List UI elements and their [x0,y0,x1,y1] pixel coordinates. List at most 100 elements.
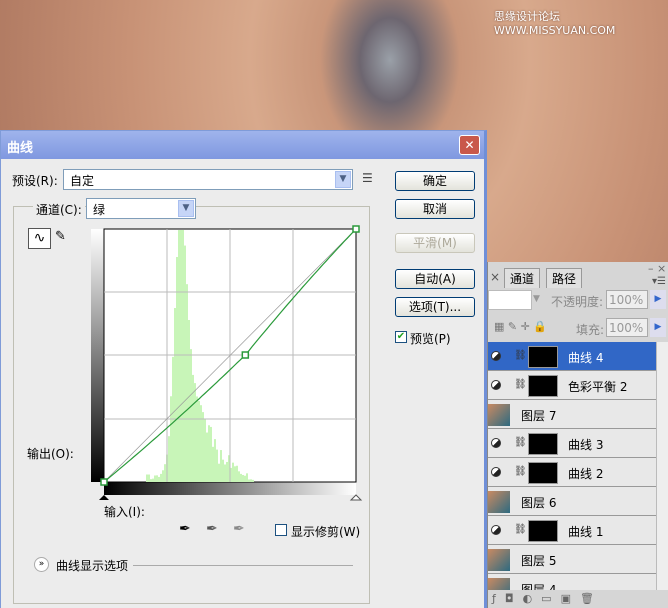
histogram-bar [164,464,166,482]
histogram-bar [202,412,204,482]
histogram-bar [198,401,200,482]
divider [133,565,353,566]
layer-row[interactable]: 图层 5 [488,545,656,574]
link-icon: ⛓ [514,466,527,477]
preset-select[interactable]: 自定 ▼ [63,169,353,190]
histogram-bar [240,474,242,482]
fill-input[interactable]: 100% [606,318,648,337]
chevron-down-icon: ▼ [178,200,194,217]
expand-icon[interactable]: » [34,557,49,572]
layer-row[interactable]: 图层 7 [488,400,656,429]
curves-dialog: 曲线 ✕ 预设(R): 自定▼ ☰ 确定 取消 平滑(M) 自动(A) 选项(T… [0,130,487,608]
histogram-bar [154,475,156,482]
lock-icons[interactable]: ▦ ✎ ✛ 🔒 [494,320,547,333]
fill-label: 填充: [576,321,604,338]
histogram-bar [236,466,238,482]
preset-value: 自定 [70,174,94,188]
adjustment-icon [491,438,501,448]
histogram-bar [168,436,170,482]
show-clipping-checkbox[interactable] [275,524,287,536]
tab-channels[interactable]: 通道 [504,268,540,288]
auto-button[interactable]: 自动(A) [395,269,475,289]
channel-label: 通道(C): [33,201,85,218]
histogram-bar [234,466,236,482]
layer-name: 图层 5 [521,552,556,569]
histogram-bar [246,473,248,482]
preview-label: 预览(P) [410,330,451,347]
link-icon: ⛓ [514,524,527,535]
adjustment-icon [491,525,501,535]
chevron-down-icon: ▼ [335,171,351,188]
tab-close-icon[interactable]: × [490,270,500,284]
close-button[interactable]: ✕ [459,135,480,155]
white-eyedropper-icon[interactable]: ✒ [233,521,245,537]
layer-name: 曲线 4 [568,349,603,366]
histogram-bar [200,405,202,482]
opacity-arrow-icon[interactable]: ▶ [650,290,666,309]
options-button[interactable]: 选项(T)... [395,297,475,317]
histogram-bar [248,479,250,482]
mask-thumbnail [528,433,558,455]
curve-control-point[interactable] [101,479,107,485]
preset-menu-icon[interactable]: ☰ [362,171,373,185]
adjustment-icon [491,467,501,477]
fill-arrow-icon[interactable]: ▶ [650,318,666,337]
tab-paths[interactable]: 路径 [546,268,582,288]
opacity-input[interactable]: 100% [606,290,648,309]
curve-control-point[interactable] [353,226,359,232]
white-point-slider[interactable] [351,495,361,500]
curve-control-point[interactable] [242,352,248,358]
panel-footer-icons[interactable]: ƒ◘◐▭▣🗑 [492,592,603,605]
preview-checkbox[interactable]: ✔ [395,331,407,343]
layer-name: 曲线 1 [568,523,603,540]
histogram-bar [232,463,234,482]
smooth-button[interactable]: 平滑(M) [395,233,475,253]
panel-menu-icon[interactable]: ▾☰ [652,276,666,287]
preset-label: 预设(R): [12,172,58,189]
adjustment-icon [491,380,501,390]
histogram-bar [160,474,162,482]
layers-list: ⛓曲线 4⛓色彩平衡 2图层 7⛓曲线 3⛓曲线 2图层 6⛓曲线 1图层 5图… [488,342,656,590]
histogram-bar [190,349,192,482]
gray-eyedropper-icon[interactable]: ✒ [206,521,218,537]
layer-row[interactable]: ⛓曲线 3 [488,429,656,458]
layer-row[interactable]: 图层 6 [488,487,656,516]
histogram-bar [146,474,148,482]
layer-row[interactable]: 图层 4 [488,574,656,590]
panel-close-icon[interactable]: – × [648,262,666,275]
pencil-icon[interactable]: ✎ [55,229,66,244]
layers-scrollbar[interactable] [656,342,668,590]
mask-thumbnail [528,375,558,397]
histogram-bar [186,284,188,482]
chevron-down-icon: ▼ [533,294,540,304]
layer-row[interactable]: ⛓色彩平衡 2 [488,371,656,400]
input-label: 输入(I): [104,503,145,520]
curve-tool-icon[interactable]: ∿ [28,228,51,249]
layer-row[interactable]: ⛓ 曲线 1 [488,516,656,545]
histogram-bar [244,476,246,482]
watermark: 思缘设计论坛 WWW.MISSYUAN.COM [494,8,668,37]
histogram-bar [182,230,184,482]
histogram-bar [180,230,182,482]
curve-graph[interactable] [89,225,364,505]
blend-mode-select[interactable] [488,290,532,310]
histogram-bar [250,479,252,482]
layer-row[interactable]: ⛓曲线 2 [488,458,656,487]
channel-select[interactable]: 绿▼ [86,198,196,219]
mask-thumbnail [528,346,558,368]
histogram-bar [148,475,150,482]
histogram-bar [192,375,194,482]
output-gradient-bar [91,229,104,482]
opacity-label: 不透明度: [551,293,603,310]
histogram-bar [204,418,206,482]
link-icon: ⛓ [514,379,527,390]
black-point-slider[interactable] [99,495,109,500]
layer-name: 图层 4 [521,581,556,590]
black-eyedropper-icon[interactable]: ✒ [179,521,191,537]
layer-row[interactable]: ⛓曲线 4 [488,342,656,371]
histogram-bar [222,460,224,482]
layer-name: 图层 6 [521,494,556,511]
ok-button[interactable]: 确定 [395,171,475,191]
cancel-button[interactable]: 取消 [395,199,475,219]
histogram-bar [214,439,216,482]
